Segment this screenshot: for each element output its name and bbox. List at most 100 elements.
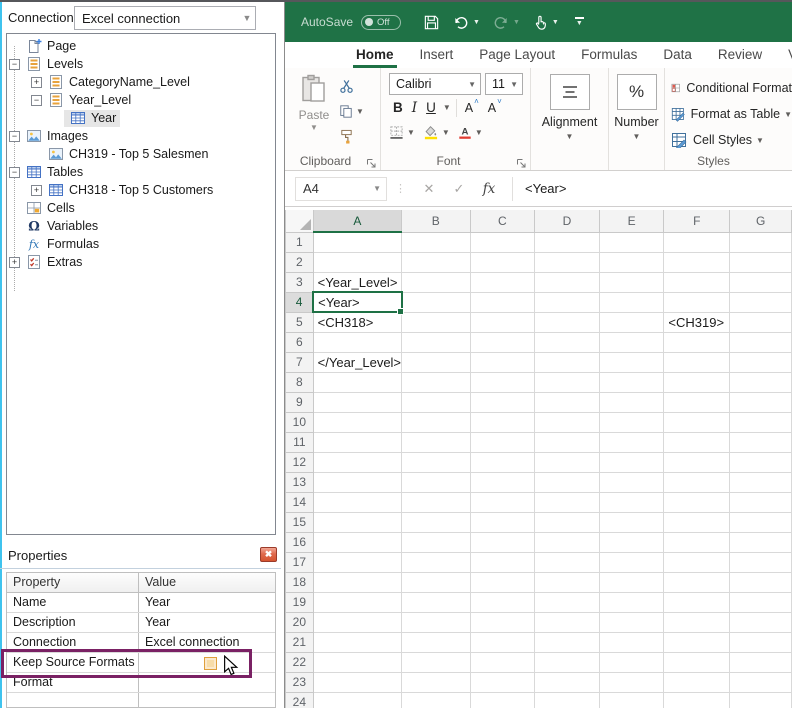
cell-c10[interactable] [470,412,535,432]
cell-e15[interactable] [599,512,664,532]
row-header-14[interactable]: 14 [286,492,314,512]
row-header-13[interactable]: 13 [286,472,314,492]
property-row-connection[interactable]: ConnectionExcel connection [7,633,275,653]
tree-item-levels[interactable]: −Levels [7,55,275,73]
column-header-a[interactable]: A [313,210,401,232]
cell-a6[interactable] [313,332,401,352]
tree-node-content[interactable]: Cells [20,200,79,217]
cell-a8[interactable] [313,372,401,392]
tab-formulas[interactable]: Formulas [568,47,650,68]
cell-a22[interactable] [313,652,401,672]
row-header-6[interactable]: 6 [286,332,314,352]
tree-node-content[interactable]: Page [20,38,80,55]
cell-e23[interactable] [599,672,664,692]
tree-item-images[interactable]: −Images [7,127,275,145]
tab-review[interactable]: Review [705,47,775,68]
cell-b20[interactable] [402,612,471,632]
close-icon[interactable]: ✖ [260,547,277,562]
cell-c15[interactable] [470,512,535,532]
tree-item-ch319-top-5-salesmen[interactable]: CH319 - Top 5 Salesmen [7,145,275,163]
cell-c5[interactable] [470,312,535,332]
cell-c3[interactable] [470,272,535,292]
cell-c16[interactable] [470,532,535,552]
row-header-24[interactable]: 24 [286,692,314,708]
tree-item-variables[interactable]: ΩVariables [7,217,275,235]
row-header-18[interactable]: 18 [286,572,314,592]
cancel-button[interactable]: ✕ [414,181,444,197]
copy-dropdown-arrow[interactable]: ▼ [356,107,364,116]
column-header-g[interactable]: G [730,210,792,232]
cell-g16[interactable] [730,532,792,552]
alignment-button[interactable] [550,74,590,110]
cell-c13[interactable] [470,472,535,492]
cell-d24[interactable] [535,692,600,708]
row-header-17[interactable]: 17 [286,552,314,572]
fill-color-button[interactable]: ▼ [423,125,450,140]
tree-item-ch318-top-5-customers[interactable]: +CH318 - Top 5 Customers [7,181,275,199]
number-dropdown-arrow[interactable]: ▼ [633,132,641,141]
underline-dropdown-arrow[interactable]: ▼ [443,103,451,112]
decrease-font-size-button[interactable]: A˅ [485,100,504,115]
format-as-table-dropdown-arrow[interactable]: ▼ [784,110,792,119]
cell-e24[interactable] [599,692,664,708]
cell-f23[interactable] [664,672,730,692]
bold-button[interactable]: B [389,100,407,115]
cell-f11[interactable] [664,432,730,452]
name-box[interactable]: A4 ▼ [295,177,387,201]
cell-b16[interactable] [402,532,471,552]
cell-g22[interactable] [730,652,792,672]
row-header-23[interactable]: 23 [286,672,314,692]
property-value[interactable] [139,673,275,692]
cell-f1[interactable] [664,232,730,252]
font-name-combo[interactable]: Calibri ▼ [389,73,481,95]
cell-c23[interactable] [470,672,535,692]
property-row-format[interactable]: Format [7,673,275,693]
cell-d4[interactable] [535,292,600,312]
cell-g14[interactable] [730,492,792,512]
property-row-name[interactable]: NameYear [7,593,275,613]
cell-f21[interactable] [664,632,730,652]
cell-a17[interactable] [313,552,401,572]
cell-c24[interactable] [470,692,535,708]
cell-d18[interactable] [535,572,600,592]
cell-f14[interactable] [664,492,730,512]
cell-b7[interactable] [402,352,471,372]
cell-d23[interactable] [535,672,600,692]
borders-button[interactable]: ▼ [389,125,415,140]
tree-node-content[interactable]: Year [64,110,120,127]
cell-g2[interactable] [730,252,792,272]
cell-g19[interactable] [730,592,792,612]
cell-c4[interactable] [470,292,535,312]
cell-g7[interactable] [730,352,792,372]
cell-b21[interactable] [402,632,471,652]
cell-b24[interactable] [402,692,471,708]
cell-b23[interactable] [402,672,471,692]
cell-c8[interactable] [470,372,535,392]
clipboard-dialog-launcher[interactable] [366,156,377,167]
cell-a5[interactable]: <CH318> [313,312,401,332]
tree-item-year-level[interactable]: −Year_Level [7,91,275,109]
tree-item-formulas[interactable]: fxFormulas [7,235,275,253]
expand-icon[interactable]: + [9,257,20,268]
connection-dropdown[interactable]: Excel connection ▼ [74,6,256,30]
paste-dropdown-arrow[interactable]: ▼ [310,123,318,132]
cell-d21[interactable] [535,632,600,652]
cell-e4[interactable] [599,292,664,312]
cell-f6[interactable] [664,332,730,352]
cell-d3[interactable] [535,272,600,292]
cell-b9[interactable] [402,392,471,412]
cell-d13[interactable] [535,472,600,492]
property-value[interactable]: Year [139,613,275,632]
cell-d19[interactable] [535,592,600,612]
cell-b4[interactable] [402,292,471,312]
cell-f13[interactable] [664,472,730,492]
cell-f17[interactable] [664,552,730,572]
cell-c17[interactable] [470,552,535,572]
cell-d9[interactable] [535,392,600,412]
cell-a16[interactable] [313,532,401,552]
cell-a13[interactable] [313,472,401,492]
cell-e5[interactable] [599,312,664,332]
copy-button[interactable]: ▼ [339,99,364,124]
collapse-icon[interactable]: − [9,59,20,70]
cell-f24[interactable] [664,692,730,708]
